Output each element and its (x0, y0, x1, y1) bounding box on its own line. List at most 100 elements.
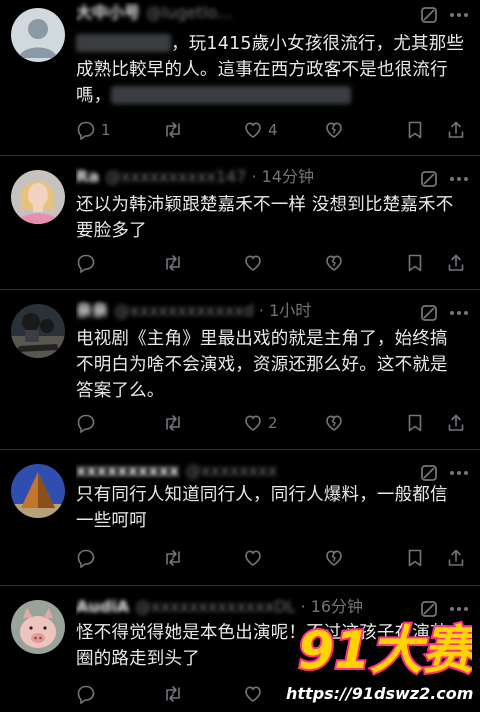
heart-icon (245, 415, 261, 431)
bookmark-icon (408, 254, 422, 272)
more-options-icon[interactable] (448, 170, 470, 188)
post-text-line: 一些呵呵 (76, 511, 147, 531)
heart-broken-icon (326, 415, 342, 431)
like-button[interactable]: 2 (243, 411, 278, 435)
like-button[interactable] (243, 251, 268, 275)
repost-icon (166, 122, 180, 138)
more-options-icon[interactable] (448, 304, 470, 322)
rider-avatar-icon (11, 304, 65, 358)
avatar[interactable] (11, 170, 65, 224)
heart-icon (245, 550, 261, 566)
heart-icon (245, 255, 261, 271)
avatar[interactable] (11, 600, 65, 654)
redacted-text (76, 34, 171, 52)
author-handle[interactable]: @lugetlo... (146, 3, 232, 22)
post-time: · 16分钟 (300, 597, 364, 616)
author-name[interactable]: xxxxxxxxxx (76, 461, 179, 480)
post-actions (76, 546, 468, 570)
post-text-line: 电视剧《主角》里最出戏的就是主角了，始终搞 (76, 329, 448, 349)
post[interactable]: Ra @xxxxxxxxxx147 · 14分钟 还以为韩沛颖跟楚嘉禾不一样 没想… (0, 156, 480, 290)
author-handle[interactable]: @xxxxxxxxxxxxd (114, 301, 254, 320)
more-options-icon[interactable] (448, 464, 470, 482)
reply-icon (77, 121, 95, 140)
watermark-url: https://91dswz2.com (286, 684, 474, 703)
author-name[interactable]: 亲亲 (76, 301, 108, 320)
author-name[interactable]: 大中小号 (76, 3, 140, 22)
bookmark-icon (408, 549, 422, 567)
more-options-icon[interactable] (448, 6, 470, 24)
heart-broken-icon (326, 122, 342, 138)
grok-icon[interactable] (420, 600, 438, 618)
grok-icon[interactable] (420, 6, 438, 24)
author-name[interactable]: Ra (76, 167, 99, 186)
post-text-line: 不明白为啥不会演戏，资源还那么好。这不就是 (76, 355, 448, 375)
reply-button[interactable] (76, 251, 101, 275)
reply-button[interactable] (76, 411, 101, 435)
post-text-line: 要脸多了 (76, 221, 147, 241)
bookmark-button[interactable] (406, 546, 424, 570)
author-handle[interactable]: @xxxxxxxxxxxxxDL (135, 597, 295, 616)
share-icon (448, 414, 464, 431)
avatar[interactable] (11, 464, 65, 518)
repost-icon (166, 550, 180, 566)
bookmark-button[interactable] (406, 251, 424, 275)
post[interactable]: 亲亲 @xxxxxxxxxxxxd · 1小时 电视剧《主角》里最出戏的就是主角了… (0, 290, 480, 450)
reply-count: 1 (101, 121, 111, 139)
repost-icon (166, 255, 180, 271)
repost-button[interactable] (162, 411, 189, 435)
grok-icon[interactable] (420, 304, 438, 322)
repost-button[interactable] (162, 546, 189, 570)
grok-icon[interactable] (420, 170, 438, 188)
repost-button[interactable] (162, 682, 189, 706)
avatar[interactable] (11, 8, 65, 62)
post[interactable]: 大中小号 @lugetlo... ，玩1415歲小女孩很流行，尤其那些 成熟比較早… (0, 0, 480, 156)
post[interactable]: xxxxxxxxxx @xxxxxxxx 只有同行人知道同行人，同行人爆料，一般都… (0, 450, 480, 586)
like-button[interactable] (243, 546, 268, 570)
bookmark-button[interactable] (406, 411, 424, 435)
post-text-line: 答案了么。 (76, 381, 165, 401)
post-header: Ra @xxxxxxxxxx147 · 14分钟 (76, 166, 444, 188)
share-button[interactable] (446, 118, 466, 142)
reply-button[interactable] (76, 546, 101, 570)
author-handle[interactable]: @xxxxxxxxxx147 (105, 167, 246, 186)
like-button[interactable] (243, 682, 268, 706)
post-actions (76, 251, 468, 275)
share-icon (448, 549, 464, 566)
post-time: · 1小时 (258, 301, 312, 320)
repost-button[interactable] (162, 118, 189, 142)
watermark-logo: 91大赛 (296, 619, 472, 680)
share-button[interactable] (446, 546, 466, 570)
bookmark-icon (408, 121, 422, 139)
post-text: 电视剧《主角》里最出戏的就是主角了，始终搞 不明白为啥不会演戏，资源还那么好。这… (76, 326, 466, 404)
share-button[interactable] (446, 251, 466, 275)
repost-button[interactable] (162, 251, 189, 275)
views-button[interactable] (324, 251, 349, 275)
grok-icon[interactable] (420, 464, 438, 482)
share-button[interactable] (446, 411, 466, 435)
views-button[interactable] (324, 118, 349, 142)
post-header: 大中小号 @lugetlo... (76, 2, 444, 24)
author-handle[interactable]: @xxxxxxxx (185, 461, 277, 480)
post-text-line: 嗎， (76, 86, 112, 106)
post-text-line: 只有同行人知道同行人，同行人爆料，一般都信 (76, 485, 448, 505)
views-button[interactable] (324, 546, 349, 570)
views-button[interactable] (324, 411, 349, 435)
reply-button[interactable]: 1 (76, 118, 111, 142)
avatar[interactable] (11, 304, 65, 358)
reply-icon (77, 254, 95, 273)
repost-icon (166, 686, 180, 702)
more-options-icon[interactable] (448, 600, 470, 618)
heart-icon (245, 686, 261, 702)
pyramid-avatar-icon (11, 464, 65, 518)
heart-broken-icon (326, 550, 342, 566)
bookmark-icon (408, 414, 422, 432)
reply-button[interactable] (76, 682, 101, 706)
heart-icon (245, 122, 261, 138)
watermark-logo-text: 91大赛 (298, 621, 472, 680)
bookmark-button[interactable] (406, 118, 424, 142)
timeline-feed: 大中小号 @lugetlo... ，玩1415歲小女孩很流行，尤其那些 成熟比較早… (0, 0, 480, 712)
like-button[interactable]: 4 (243, 118, 278, 142)
like-count: 2 (268, 414, 278, 432)
post-time: · 14分钟 (251, 167, 314, 186)
author-name[interactable]: AudiA (76, 597, 129, 616)
